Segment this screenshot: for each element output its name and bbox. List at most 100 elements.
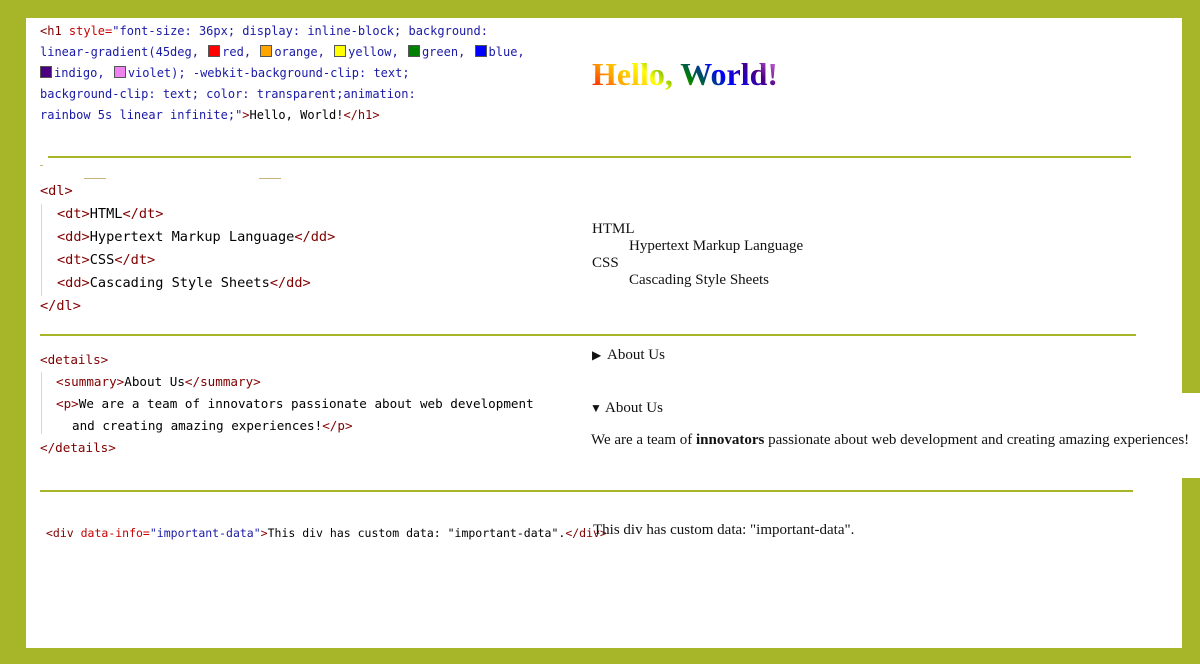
color-name: green <box>421 45 459 59</box>
code-line: linear-gradient(45deg, red, orange, yell… <box>40 42 525 63</box>
code-attr: style= <box>68 24 113 38</box>
code-text: This div has custom data: "important-dat… <box>267 526 566 540</box>
paragraph-bold-text: innovators <box>695 432 765 448</box>
color-swatch-blue <box>474 45 487 57</box>
color-swatch-violet <box>113 66 126 78</box>
code-line: <summary>About Us</summary> <box>40 371 534 393</box>
hello-world-heading: Hello, World! <box>592 56 779 92</box>
code-line: </details> <box>40 437 534 459</box>
expanded-triangle-icon: ▼ <box>590 401 602 415</box>
code-tag: > <box>260 526 268 540</box>
definition-term: HTML <box>592 221 635 237</box>
section-divider <box>40 334 1136 336</box>
code-tag: </details> <box>40 440 116 455</box>
code-text: and creating amazing experiences! <box>72 418 323 433</box>
code-text: We are a team of innovators passionate a… <box>78 396 534 411</box>
details-paragraph: We are a team of innovators passionate a… <box>591 432 1189 449</box>
details-expanded[interactable]: ▼ About Us <box>590 400 663 417</box>
code-sep: , <box>317 45 333 59</box>
definition-description: Cascading Style Sheets <box>629 272 769 288</box>
color-name: indigo <box>54 66 98 80</box>
code-tag: > <box>242 108 250 122</box>
code-tag: <summary> <box>56 374 125 389</box>
code-tag: </dl> <box>40 298 81 314</box>
code-line: <dt>HTML</dt> <box>40 203 335 226</box>
paragraph-text: passionate about web development and cre… <box>764 432 1190 448</box>
section-divider <box>40 490 1133 492</box>
code-line: <details> <box>40 349 534 371</box>
code-line: <h1 style="font-size: 36px; display: inl… <box>40 21 525 42</box>
code-tag: <details> <box>40 352 109 367</box>
code-value: linear-gradient(45deg, <box>40 45 207 59</box>
code-tag: </p> <box>322 418 353 433</box>
code-sep: , <box>97 66 112 80</box>
code-text: Cascading Style Sheets <box>89 275 270 291</box>
color-swatch-orange <box>260 45 273 57</box>
code-sep: , <box>517 45 525 59</box>
paragraph-text: We are a team of <box>591 432 696 448</box>
code-value: "important-data" <box>149 526 261 540</box>
color-name: blue <box>488 45 518 59</box>
code-text: Hypertext Markup Language <box>89 229 295 245</box>
code-tag: <dt> <box>57 206 90 222</box>
code-tag: </dt> <box>122 206 164 222</box>
color-swatch-green <box>407 45 420 57</box>
code-tag: <p> <box>56 396 79 411</box>
color-name: yellow <box>348 45 392 59</box>
definition-term: CSS <box>592 255 619 271</box>
color-swatch-indigo <box>40 66 52 78</box>
code-tag: </summary> <box>184 374 261 389</box>
dl-code: <dl> <dt>HTML</dt> <dd>Hypertext Markup … <box>40 180 335 318</box>
code-sep: , <box>458 45 473 59</box>
code-line: </dl> <box>40 295 335 318</box>
code-sep: , <box>391 45 406 59</box>
details-code: <details> <summary>About Us</summary> <p… <box>40 349 534 459</box>
code-attr: data-info= <box>80 526 150 540</box>
code-tag: </dt> <box>114 252 156 268</box>
code-value: ); -webkit-background-clip: text; <box>171 66 410 80</box>
code-line: <dd>Cascading Style Sheets</dd> <box>40 272 335 295</box>
summary-label: About Us <box>605 400 663 416</box>
definition-list-output: HTML Hypertext Markup Language CSS Casca… <box>592 221 803 289</box>
code-tag: <dd> <box>57 275 90 291</box>
summary-label: About Us <box>607 347 665 363</box>
code-line: rainbow 5s linear infinite;">Hello, Worl… <box>40 105 525 126</box>
code-value: rainbow 5s linear infinite;" <box>40 108 243 122</box>
color-name: red <box>222 45 244 59</box>
data-attribute-code: <div data-info="important-data">This div… <box>46 526 607 540</box>
code-tag: <dl> <box>40 183 73 199</box>
code-tag: <h1 <box>40 24 69 38</box>
code-tag: </dd> <box>294 229 336 245</box>
code-text: About Us <box>124 374 185 389</box>
gradient-h1-code: <h1 style="font-size: 36px; display: inl… <box>40 21 525 126</box>
code-value: "font-size: 36px; display: inline-block;… <box>112 24 488 38</box>
code-line: <p>We are a team of innovators passionat… <box>40 393 534 415</box>
code-sep: , <box>243 45 259 59</box>
code-line: background-clip: text; color: transparen… <box>40 84 525 105</box>
code-line: indigo, violet); -webkit-background-clip… <box>40 63 525 84</box>
code-line: <dd>Hypertext Markup Language</dd> <box>40 226 335 249</box>
code-line: <dt>CSS</dt> <box>40 249 335 272</box>
divider-mark <box>84 178 106 179</box>
code-text: Hello, World! <box>249 108 344 122</box>
code-line: and creating amazing experiences!</p> <box>40 415 534 437</box>
details-collapsed[interactable]: ▶ About Us <box>592 347 665 364</box>
code-tag: <dd> <box>57 229 90 245</box>
section-divider <box>48 156 1131 158</box>
code-text: CSS <box>89 252 115 268</box>
collapsed-triangle-icon: ▶ <box>592 348 602 362</box>
definition-description: Hypertext Markup Language <box>629 238 804 254</box>
code-tag: </dd> <box>269 275 311 291</box>
color-name: orange <box>274 45 318 59</box>
color-swatch-red <box>208 45 221 57</box>
code-tag: <div <box>46 526 81 540</box>
code-line: <dl> <box>40 180 335 203</box>
divider-mark <box>40 165 43 166</box>
color-name: violet <box>127 66 172 80</box>
code-tag: <dt> <box>57 252 90 268</box>
code-tag: </h1> <box>343 108 380 122</box>
color-swatch-yellow <box>334 45 347 57</box>
divider-mark <box>259 178 281 179</box>
code-value: background-clip: text; color: transparen… <box>40 87 416 101</box>
data-info-div-output: This div has custom data: "important-dat… <box>593 522 855 538</box>
